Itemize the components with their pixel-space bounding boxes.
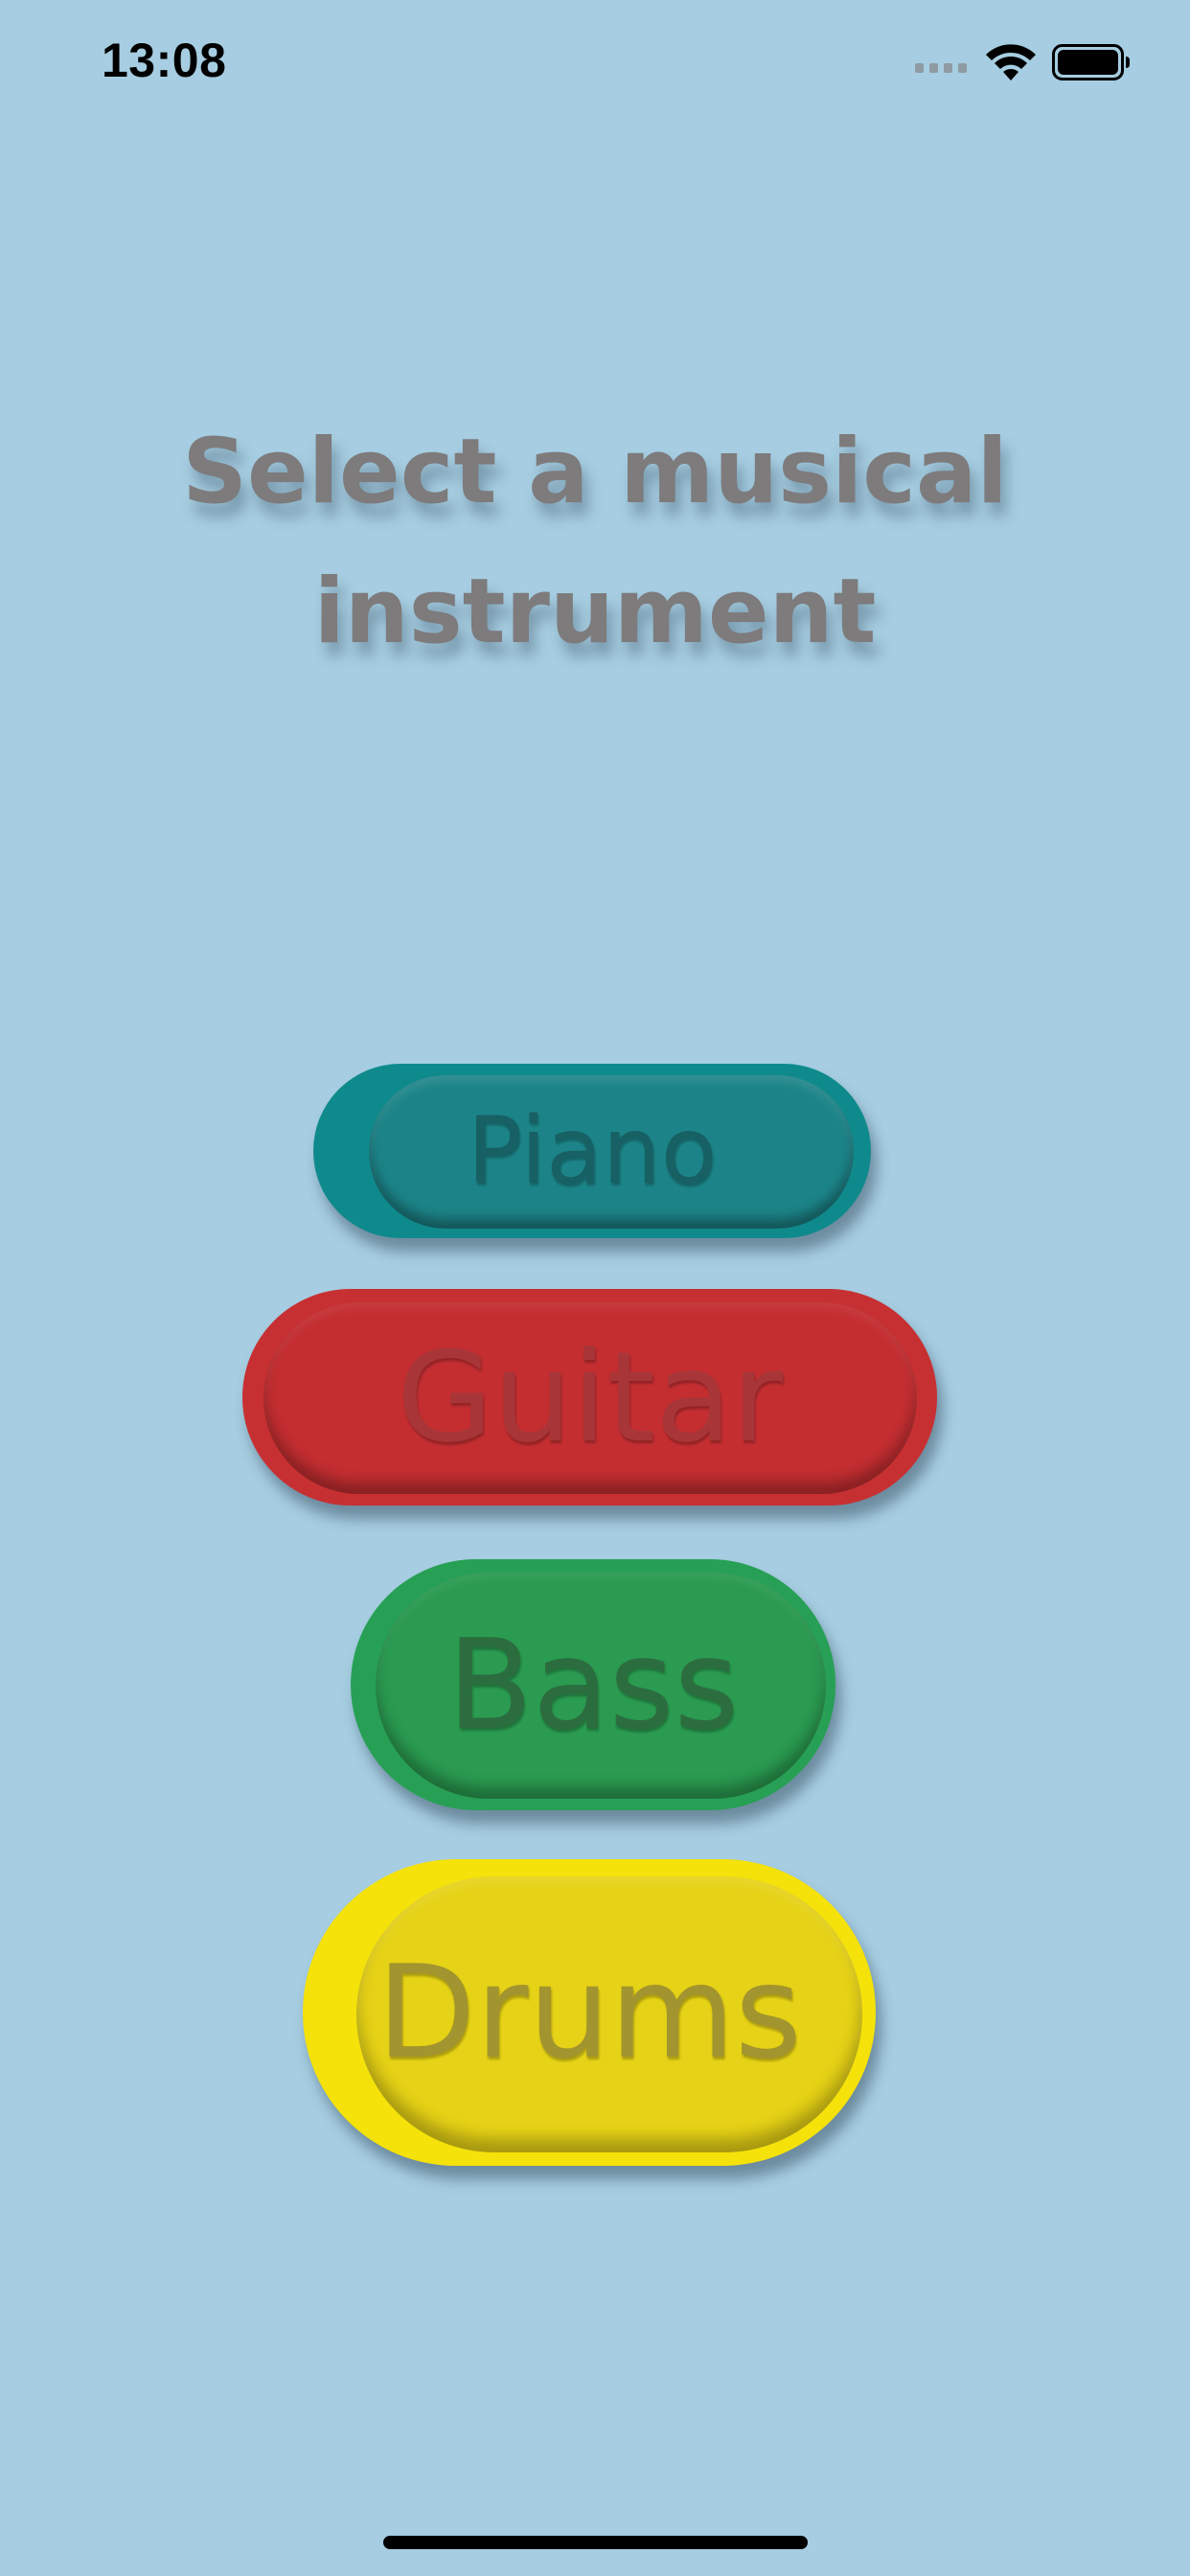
drums-button-label: Drums [377, 1938, 802, 2087]
status-bar: 13:08 [0, 0, 1190, 134]
piano-button-label: Piano [467, 1097, 718, 1205]
guitar-button-label: Guitar [396, 1324, 784, 1470]
piano-button[interactable]: Piano [313, 1064, 871, 1238]
bass-button[interactable]: Bass [351, 1559, 835, 1810]
battery-icon [1052, 44, 1130, 80]
signal-icon [915, 63, 967, 73]
bass-button-label: Bass [446, 1612, 740, 1758]
guitar-button[interactable]: Guitar [242, 1289, 937, 1506]
wifi-icon [986, 44, 1036, 80]
status-time: 13:08 [102, 34, 227, 87]
title-line-1: Select a musical [182, 420, 1008, 524]
drums-button[interactable]: Drums [303, 1859, 876, 2166]
title-line-2: instrument [313, 560, 877, 664]
home-indicator[interactable] [383, 2536, 808, 2549]
page-title: Select a musical instrument [0, 402, 1190, 682]
